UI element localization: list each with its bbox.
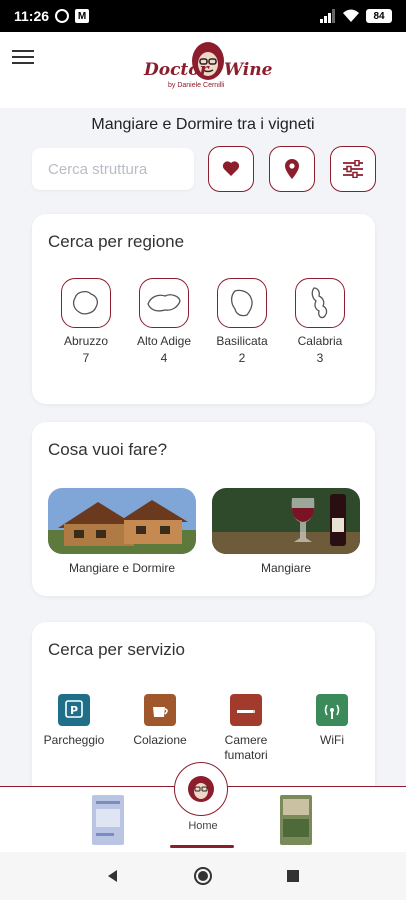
breakfast-icon: [144, 694, 176, 726]
logo-subtitle: by Daniele Cernilli: [168, 82, 225, 89]
activity-mangiare-e-dormire[interactable]: Mangiare e Dormire: [48, 488, 196, 575]
signal-icon: [320, 9, 335, 23]
logo-word-wine: Wine: [224, 60, 273, 80]
home-nav-icon[interactable]: [193, 866, 213, 886]
region-basilicata[interactable]: Basilicata 2: [202, 278, 282, 365]
home-active-indicator: [170, 845, 234, 848]
guide-book-right-button[interactable]: [280, 795, 312, 845]
alto-adige-map-icon: [139, 278, 189, 328]
calabria-map-icon: [295, 278, 345, 328]
favorites-button[interactable]: [208, 146, 254, 192]
gmail-icon: M: [75, 9, 90, 23]
wifi-service-icon: [316, 694, 348, 726]
logo-word-doctor: Doctor: [144, 60, 209, 80]
region-abruzzo[interactable]: Abruzzo 7: [46, 278, 126, 365]
chalet-photo: [48, 488, 196, 554]
activities-card: Cosa vuoi fare? Mangiare e Dormire Mangi…: [32, 422, 375, 596]
sliders-icon: [343, 160, 363, 178]
map-button[interactable]: [269, 146, 315, 192]
app-header: Doctor Wine by Daniele Cernilli: [0, 32, 406, 108]
back-icon[interactable]: [106, 869, 120, 883]
abruzzo-map-icon: [61, 278, 111, 328]
activities-title: Cosa vuoi fare?: [48, 440, 168, 459]
status-time: 11:26: [14, 8, 50, 24]
alarm-icon: [55, 9, 70, 23]
doctor-wine-logo[interactable]: Doctor Wine by Daniele Cernilli: [140, 38, 273, 98]
service-camere-fumatori[interactable]: Camere fumatori: [208, 694, 284, 763]
heart-icon: [222, 161, 240, 176]
location-pin-icon: [285, 159, 299, 179]
filters-button[interactable]: [330, 146, 376, 192]
system-navigation-bar: [0, 852, 406, 900]
status-bar: 11:26 M 84: [0, 0, 406, 32]
home-label: Home: [188, 820, 218, 832]
activity-mangiare[interactable]: Mangiare: [212, 488, 360, 575]
battery-icon: 84: [366, 9, 392, 23]
regions-card: Cerca per regione Abruzzo 7 Alto Adige 4…: [32, 214, 375, 404]
wifi-icon: [343, 9, 359, 22]
service-wifi[interactable]: WiFi: [294, 694, 370, 748]
service-colazione[interactable]: Colazione: [122, 694, 198, 748]
hamburger-menu-button[interactable]: [12, 50, 34, 68]
services-title: Cerca per servizio: [48, 640, 185, 659]
regions-title: Cerca per regione: [48, 232, 185, 251]
search-input[interactable]: Cerca struttura: [32, 148, 194, 190]
recents-icon[interactable]: [286, 869, 300, 883]
region-alto-adige[interactable]: Alto Adige 4: [124, 278, 204, 365]
service-parcheggio[interactable]: P Parcheggio: [36, 694, 112, 748]
search-placeholder: Cerca struttura: [48, 160, 148, 178]
parking-icon: P: [58, 694, 90, 726]
basilicata-map-icon: [217, 278, 267, 328]
svg-text:P: P: [70, 704, 78, 717]
region-calabria[interactable]: Calabria 3: [280, 278, 360, 365]
smoking-icon: [230, 694, 262, 726]
home-logo-icon: [188, 776, 214, 802]
bottom-navigation: Home: [0, 762, 406, 852]
page-subtitle: Mangiare e Dormire tra i vigneti: [91, 116, 315, 133]
wine-photo: [212, 488, 360, 554]
home-button[interactable]: [174, 762, 228, 816]
